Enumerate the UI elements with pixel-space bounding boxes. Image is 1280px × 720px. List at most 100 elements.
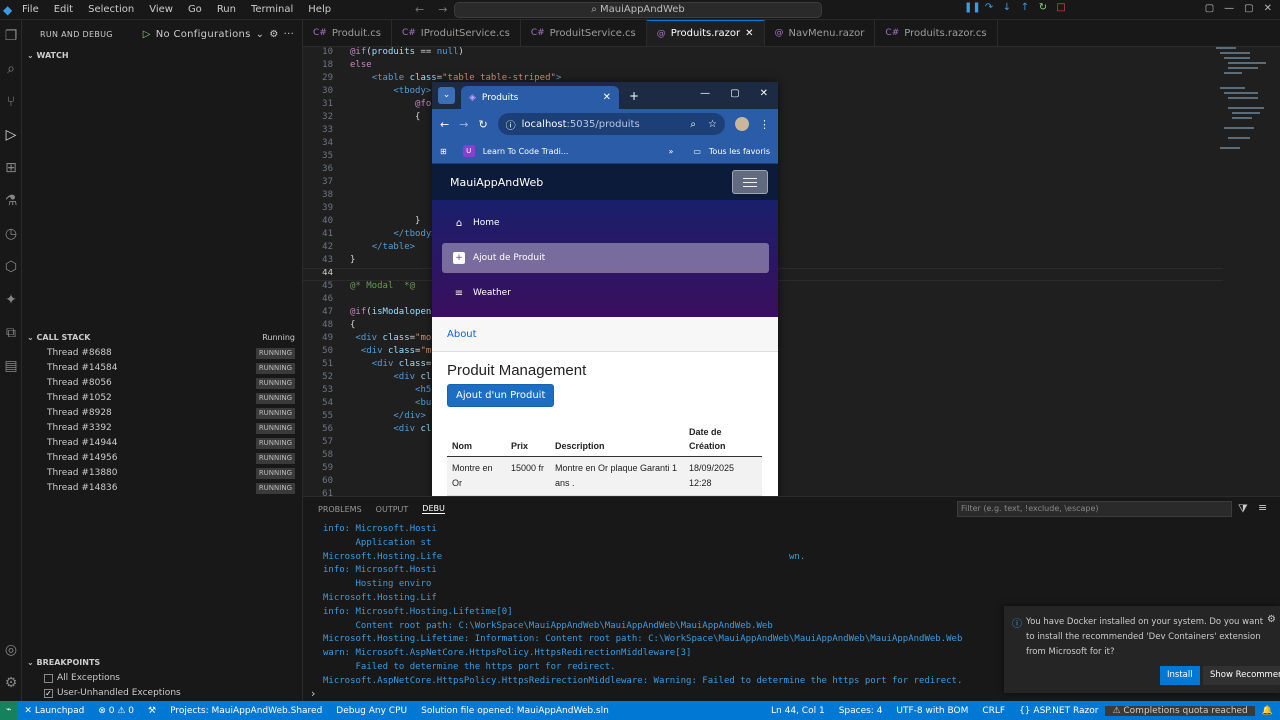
debug-console-filter[interactable]: Filter (e.g. text, !exclude, \escape) — [957, 501, 1232, 517]
show-recommendations-button[interactable]: Show Recommendations — [1203, 666, 1280, 685]
chevron-double-right-icon[interactable]: » — [668, 147, 673, 156]
gear-icon[interactable]: ⚙ — [269, 29, 278, 40]
back-arrow-icon[interactable]: ← — [415, 3, 424, 16]
apps-grid-icon[interactable]: ⊞ — [440, 147, 447, 156]
all-bookmarks-link[interactable]: Tous les favoris — [709, 147, 770, 156]
minimize-icon[interactable]: — — [700, 88, 710, 99]
close-icon[interactable]: ✕ — [745, 28, 753, 39]
checkbox-checked[interactable]: ✓ — [44, 689, 53, 698]
stop-icon[interactable]: □ — [1054, 2, 1068, 13]
account-icon[interactable]: ◎ — [0, 634, 22, 667]
language-mode[interactable]: {} ASP.NET Razor — [1012, 706, 1105, 716]
python-icon[interactable]: ✦ — [0, 284, 22, 317]
close-tab-icon[interactable]: ✕ — [603, 92, 611, 103]
tab-produitservice-cs[interactable]: C# ProduitService.cs — [521, 20, 647, 46]
end-of-line[interactable]: CRLF — [975, 706, 1012, 716]
menu-selection[interactable]: Selection — [88, 4, 134, 15]
debug-config-selector[interactable]: ▷ No Configurations ⌄ ⚙ ··· — [143, 29, 294, 40]
minimize-icon[interactable]: — — [1224, 3, 1234, 14]
breakpoint-user-unhandled[interactable]: ✓ User-Unhandled Exceptions — [22, 686, 303, 701]
start-debug-icon[interactable]: ▷ — [143, 29, 151, 40]
tab-iproduitservice-cs[interactable]: C# IProduitService.cs — [392, 20, 521, 46]
bookmark-star-icon[interactable]: ☆ — [708, 119, 717, 130]
thread-row[interactable]: Thread #3392 RUNNING — [22, 421, 303, 436]
build-config-item[interactable]: Debug Any CPU — [329, 706, 414, 716]
forward-arrow-icon[interactable]: → — [438, 3, 447, 16]
profile-avatar[interactable] — [735, 117, 749, 131]
callstack-header[interactable]: ⌄ CALL STACK Running — [22, 330, 303, 346]
tab-navmenu-razor[interactable]: @ NavMenu.razor — [765, 20, 876, 46]
copilot-quota[interactable]: ⚠ Completions quota reached — [1105, 705, 1255, 716]
maximize-icon[interactable]: ▢ — [1244, 3, 1253, 14]
output-icon[interactable]: ▤ — [0, 350, 22, 383]
indentation[interactable]: Spaces: 4 — [832, 706, 890, 716]
bookmark-item[interactable]: Learn To Code Tradi... — [483, 147, 569, 156]
browser-menu-icon[interactable]: ⋮ — [759, 118, 770, 131]
nav-item-weather[interactable]: ≡ Weather — [442, 278, 769, 308]
browser-tab-produits[interactable]: ◈ Produits ✕ — [461, 86, 619, 109]
menu-file[interactable]: File — [22, 4, 39, 15]
remote-explorer-icon[interactable]: ⧉ — [0, 317, 22, 350]
problems-item[interactable]: ⊗ 0 ⚠ 0 — [91, 706, 141, 716]
console-input-chevron-icon[interactable]: › — [311, 687, 315, 700]
menu-terminal[interactable]: Terminal — [251, 4, 293, 15]
back-arrow-icon[interactable]: ← — [440, 118, 449, 131]
thread-row[interactable]: Thread #8688 RUNNING — [22, 346, 303, 361]
tab-debug-console[interactable]: DEBU — [422, 504, 445, 514]
tab-list-dropdown[interactable]: ⌄ — [438, 87, 455, 104]
about-link[interactable]: About — [447, 329, 477, 340]
menu-help[interactable]: Help — [308, 4, 331, 15]
project-item[interactable]: Projects: MauiAppAndWeb.Shared — [163, 706, 329, 716]
solution-item[interactable]: Solution file opened: MauiAppAndWeb.sln — [414, 706, 616, 716]
add-product-button[interactable]: Ajout d'un Produit — [447, 384, 555, 407]
layout-icon[interactable]: ▢ — [1205, 3, 1214, 14]
thread-row[interactable]: Thread #14956 RUNNING — [22, 451, 303, 466]
gear-icon[interactable]: ⚙ — [1267, 614, 1276, 625]
watch-section[interactable]: ⌄ WATCH — [22, 48, 302, 64]
maximize-icon[interactable]: ▢ — [730, 88, 739, 99]
checkbox[interactable] — [44, 674, 53, 683]
source-control-icon[interactable]: ⑂ — [0, 86, 22, 119]
step-into-icon[interactable]: ↓ — [1000, 2, 1014, 13]
launchpad-item[interactable]: ✕ Launchpad — [17, 706, 91, 716]
menu-go[interactable]: Go — [188, 4, 202, 15]
new-tab-icon[interactable]: + — [629, 89, 639, 103]
pause-icon[interactable]: ❚❚ — [964, 2, 981, 13]
run-debug-icon[interactable]: ▷ — [0, 119, 22, 152]
reload-icon[interactable]: ↻ — [478, 118, 487, 131]
command-center[interactable]: ⌕ MauiAppAndWeb — [454, 2, 822, 18]
menu-view[interactable]: View — [149, 4, 173, 15]
filter-icon[interactable]: ⧩ — [1238, 502, 1248, 516]
forward-arrow-icon[interactable]: → — [459, 118, 468, 131]
extensions-icon[interactable]: ⊞ — [0, 152, 22, 185]
close-icon[interactable]: ✕ — [760, 88, 768, 99]
restart-icon[interactable]: ↻ — [1036, 2, 1050, 13]
thread-row[interactable]: Thread #14836 RUNNING — [22, 481, 303, 496]
tab-problems[interactable]: PROBLEMS — [318, 505, 362, 514]
install-button[interactable]: Install — [1160, 666, 1200, 685]
menu-run[interactable]: Run — [217, 4, 236, 15]
nav-item-ajout-produit[interactable]: + Ajout de Produit — [442, 243, 769, 273]
cursor-position[interactable]: Ln 44, Col 1 — [764, 706, 832, 716]
site-info-icon[interactable]: ⓘ — [506, 117, 516, 132]
manage-gear-icon[interactable]: ⚙ — [0, 667, 22, 700]
clear-console-icon[interactable]: ≡ — [1258, 501, 1267, 514]
timeline-icon[interactable]: ◷ — [0, 218, 22, 251]
breakpoint-all-exceptions[interactable]: All Exceptions — [22, 671, 303, 686]
hamburger-menu-button[interactable] — [732, 170, 768, 194]
tab-output[interactable]: OUTPUT — [376, 505, 409, 514]
tab-produits-razor[interactable]: @ Produits.razor ✕ — [646, 20, 765, 46]
close-icon[interactable]: ✕ — [1264, 3, 1272, 14]
containers-icon[interactable]: ⬡ — [0, 251, 22, 284]
wrench-icon[interactable]: ⚒ — [141, 706, 163, 716]
testing-icon[interactable]: ⚗ — [0, 185, 22, 218]
step-out-icon[interactable]: ↑ — [1018, 2, 1032, 13]
remote-indicator-icon[interactable]: ⌁ — [0, 701, 18, 720]
explorer-icon[interactable]: ❐ — [0, 20, 22, 53]
tab-produit-cs[interactable]: C# Produit.cs — [303, 20, 392, 46]
zoom-icon[interactable]: ⌕ — [690, 119, 696, 130]
tab-produits-razor-cs[interactable]: C# Produits.razor.cs — [875, 20, 998, 46]
breakpoints-header[interactable]: ⌄ BREAKPOINTS — [22, 655, 303, 671]
menu-edit[interactable]: Edit — [54, 4, 73, 15]
thread-row[interactable]: Thread #14944 RUNNING — [22, 436, 303, 451]
